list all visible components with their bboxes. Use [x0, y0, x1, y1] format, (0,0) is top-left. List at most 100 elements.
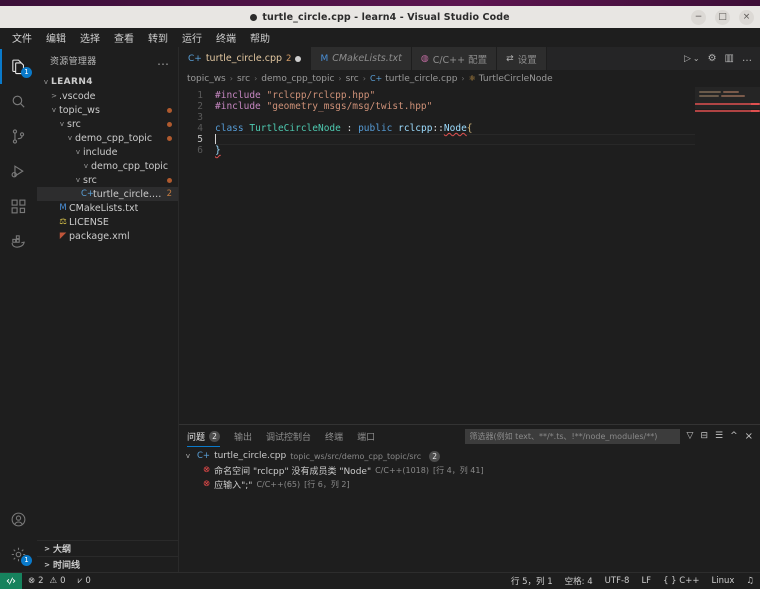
activity-item-docker[interactable]	[0, 224, 37, 259]
platform[interactable]: Linux	[705, 573, 740, 589]
menu-edit[interactable]: 编辑	[40, 28, 72, 47]
menu-help[interactable]: 帮助	[244, 28, 276, 47]
eol[interactable]: LF	[635, 573, 657, 589]
status-radio-tower[interactable]: ⩗ 0	[72, 573, 97, 589]
language-mode[interactable]: { } C++	[657, 573, 705, 589]
tree-item-learn4[interactable]: v LEARN4	[37, 75, 178, 89]
more-actions-icon[interactable]: …	[742, 53, 752, 64]
activity-item-extensions[interactable]	[0, 189, 37, 224]
tree-item-include[interactable]: v include	[37, 145, 178, 159]
notifications-bell[interactable]: ♫	[740, 573, 760, 589]
view-as-list-icon[interactable]: ☰	[715, 431, 723, 441]
panel-tab-problems[interactable]: 问题 2	[187, 425, 221, 447]
code-line-4: class TurtleCircleNode : public rclcpp::…	[215, 123, 760, 134]
breadcrumb-item-demo-cpp-topic[interactable]: demo_cpp_topic	[261, 74, 334, 84]
tree-item-label: LEARN4	[51, 77, 93, 87]
panel-tab-ports[interactable]: 端口	[357, 425, 375, 447]
tree-item-license[interactable]: ⚖ LICENSE	[37, 215, 178, 229]
file-tree[interactable]: v LEARN4 > .vscode v topic_ws v src v de…	[37, 74, 178, 540]
window-title: turtle_circle.cpp - learn4 - Visual Stud…	[250, 12, 510, 23]
sidebar-panel-timeline[interactable]: > 时间线	[37, 556, 178, 572]
breadcrumb-separator-icon: ›	[229, 74, 233, 83]
panel-tab-bar: 问题 2 输出 调试控制台 终端 端口 筛选器(例如 text、**/*.ts、…	[179, 425, 760, 447]
tab-turtle-circle-cpp[interactable]: C+ turtle_circle.cpp 2	[179, 47, 312, 70]
activity-item-search[interactable]	[0, 84, 37, 119]
tab-dirty-icon[interactable]	[295, 55, 302, 62]
activity-item-explorer[interactable]: 1	[0, 49, 37, 84]
indentation[interactable]: 空格: 4	[559, 573, 599, 589]
tab-settings[interactable]: ⇄ 设置	[497, 47, 547, 70]
tab-c-cpp-config[interactable]: ◍ C/C++ 配置	[411, 47, 498, 70]
gear-icon[interactable]: ⚙	[708, 53, 717, 64]
editor-position[interactable]: 行 5，列 1	[505, 573, 559, 589]
menu-view[interactable]: 查看	[108, 28, 140, 47]
problem-row[interactable]: ⊗ 命名空间 "rclcpp" 没有成员类 "Node" C/C++(1018)…	[179, 463, 760, 477]
tree-item-demo-cpp-topic[interactable]: v demo_cpp_topic	[37, 131, 178, 145]
filter-icon[interactable]: ▽	[687, 431, 694, 441]
problems-file-group[interactable]: v C+ turtle_circle.cpp topic_ws/src/demo…	[179, 449, 760, 463]
sidebar: 资源管理器 … v LEARN4 > .vscode v topic_ws v …	[37, 47, 179, 572]
cmake-file-icon: M	[320, 53, 329, 64]
menu-run[interactable]: 运行	[176, 28, 208, 47]
activity-item-manage[interactable]: 1	[0, 537, 37, 572]
chevron-down-icon[interactable]: ⌄	[693, 54, 700, 63]
tree-item-demo-cpp-topic-include[interactable]: v demo_cpp_topic	[37, 159, 178, 173]
code-editor[interactable]: 1 2 3 4 5 6 #include "rclcpp/rclcpp.hpp"…	[179, 87, 760, 424]
problems-filter-input[interactable]	[469, 431, 675, 441]
menu-selection[interactable]: 选择	[74, 28, 106, 47]
bottom-panel: 问题 2 输出 调试控制台 终端 端口 筛选器(例如 text、**/*.ts、…	[179, 424, 760, 572]
activity-item-account[interactable]	[0, 502, 37, 537]
encoding[interactable]: UTF-8	[599, 573, 636, 589]
remote-window-icon	[6, 576, 16, 586]
tree-item-cmakelists[interactable]: M CMakeLists.txt	[37, 201, 178, 215]
tree-item-src-inner[interactable]: v src	[37, 173, 178, 187]
sidebar-panel-label: 时间线	[53, 561, 81, 571]
cpp-config-icon: ◍	[420, 53, 429, 64]
remote-window-indicator[interactable]	[0, 572, 22, 589]
problems-filter[interactable]	[464, 428, 680, 444]
problems-count-badge: 2	[209, 430, 221, 442]
code-line-6: }	[215, 145, 760, 156]
panel-tab-terminal[interactable]: 终端	[325, 425, 343, 447]
menu-terminal[interactable]: 终端	[210, 28, 242, 47]
problems-list[interactable]: v C+ turtle_circle.cpp topic_ws/src/demo…	[179, 447, 760, 572]
close-button[interactable]: ×	[739, 9, 754, 25]
problem-row[interactable]: ⊗ 应输入";" C/C++(65) [行 6，列 2]	[179, 477, 760, 491]
code-lines[interactable]: #include "rclcpp/rclcpp.hpp" #include "g…	[209, 87, 760, 424]
tree-item-vscode[interactable]: > .vscode	[37, 89, 178, 103]
collapse-all-icon[interactable]: ⊟	[700, 431, 708, 441]
close-panel-icon[interactable]: ×	[745, 431, 753, 442]
brace-token: {	[466, 123, 473, 134]
tree-item-turtle-circle-cpp[interactable]: C+ turtle_circle.cpp 2	[37, 187, 178, 201]
run-code-icon[interactable]: ▷	[684, 54, 691, 64]
breadcrumb-item-file[interactable]: C+ turtle_circle.cpp	[370, 74, 457, 84]
cmake-file-icon: M	[59, 203, 67, 213]
tree-item-topic-ws[interactable]: v topic_ws	[37, 103, 178, 117]
breadcrumb-item-symbol[interactable]: ⚛ TurtleCircleNode	[469, 74, 553, 84]
tab-cmakelists-txt[interactable]: M CMakeLists.txt	[311, 47, 412, 70]
chevron-down-icon: v	[59, 120, 65, 128]
split-editor-icon[interactable]: ▥	[725, 53, 734, 64]
activity-item-run-debug[interactable]	[0, 154, 37, 189]
menu-file[interactable]: 文件	[6, 28, 38, 47]
window-controls: − □ ×	[691, 6, 754, 28]
overview-ruler[interactable]	[749, 87, 760, 424]
tree-item-label: src	[67, 118, 81, 130]
status-problems[interactable]: ⊗ 2 ⚠ 0	[22, 573, 72, 589]
panel-tab-output[interactable]: 输出	[234, 425, 252, 447]
minimize-button[interactable]: −	[691, 9, 706, 25]
breadcrumb-item-topic-ws[interactable]: topic_ws	[187, 74, 226, 84]
breadcrumb-item-src[interactable]: src	[237, 74, 250, 84]
panel-tab-debug-console[interactable]: 调试控制台	[266, 425, 311, 447]
activity-item-source-control[interactable]	[0, 119, 37, 154]
chevron-up-icon[interactable]: ^	[730, 431, 738, 441]
sidebar-panel-outline[interactable]: > 大纲	[37, 540, 178, 556]
breadcrumb-item-src-inner[interactable]: src	[346, 74, 359, 84]
modified-marker-icon	[167, 121, 172, 127]
sidebar-more-actions-icon[interactable]: …	[157, 55, 170, 67]
problem-source: C/C++(1018)	[375, 465, 429, 475]
maximize-button[interactable]: □	[715, 9, 730, 25]
tree-item-package-xml[interactable]: ◤ package.xml	[37, 229, 178, 243]
menu-go[interactable]: 转到	[142, 28, 174, 47]
tree-item-src[interactable]: v src	[37, 117, 178, 131]
